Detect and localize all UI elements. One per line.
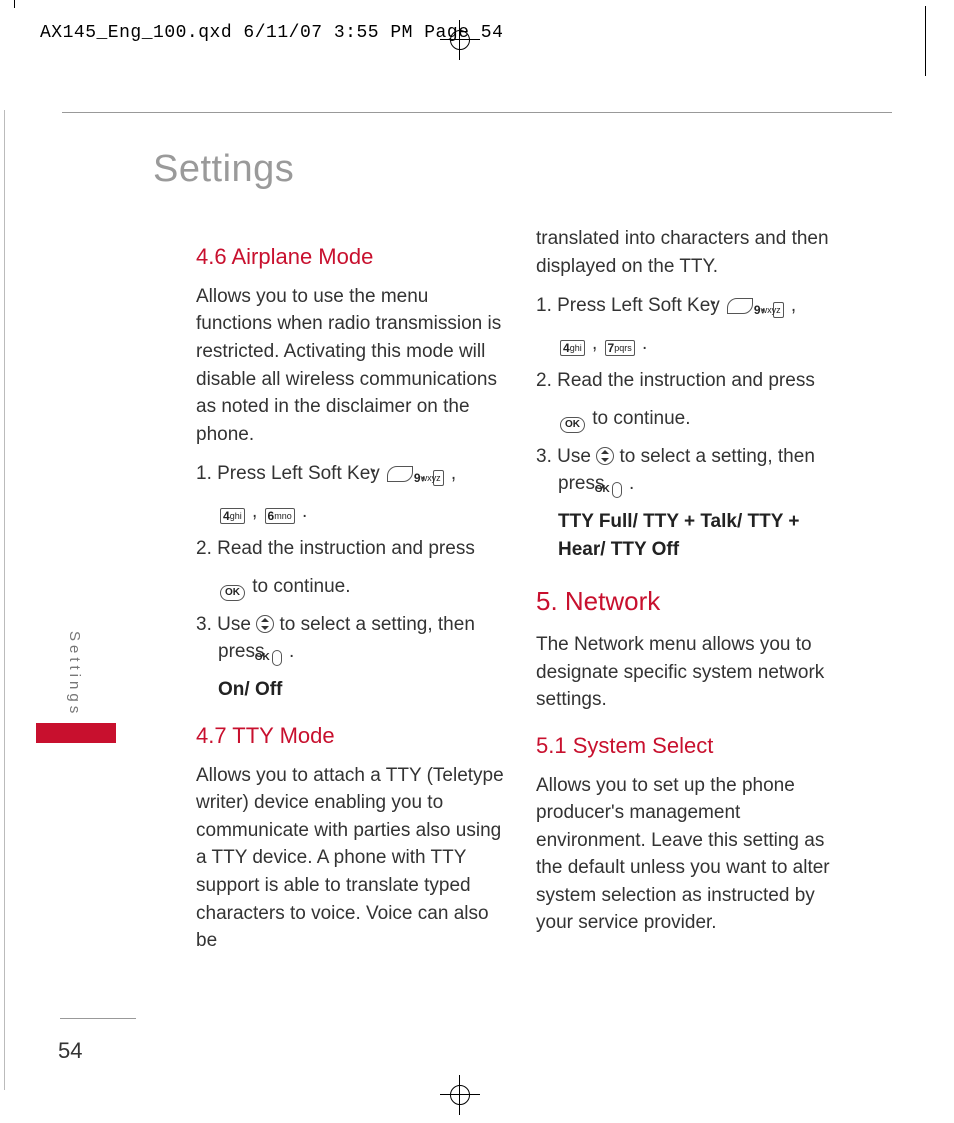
trim-line-left: [4, 110, 5, 1090]
text: .: [289, 641, 294, 662]
para-5: The Network menu allows you to designate…: [536, 631, 846, 714]
heading-5: 5. Network: [536, 583, 846, 621]
text: to continue.: [252, 576, 350, 597]
registration-mark-bottom: [440, 1075, 480, 1115]
registration-mark-top: [440, 20, 480, 60]
column-left: 4.6 Airplane Mode Allows you to use the …: [196, 225, 506, 967]
step-4-7-1: 1. Press Left Soft Key , 9wxyz ,: [536, 292, 846, 320]
ok-key-icon: OK: [220, 585, 245, 601]
ok-key-icon: OK: [560, 417, 585, 433]
text: .: [642, 333, 647, 354]
text: 3. Use: [536, 446, 596, 467]
step-4-6-2b: OK to continue.: [196, 573, 506, 601]
step-4-6-1b: 4ghi , 6mno .: [196, 498, 506, 526]
side-tab-bar: [36, 723, 116, 743]
text: ,: [451, 463, 456, 484]
para-4-7-cont: translated into characters and then disp…: [536, 225, 846, 280]
step-4-7-1b: 4ghi , 7pqrs .: [536, 330, 846, 358]
ok-key-icon: OK: [272, 650, 282, 666]
step-4-6-2: 2. Read the instruction and press: [196, 535, 506, 563]
step-4-7-2: 2. Read the instruction and press: [536, 367, 846, 395]
heading-5-1: 5.1 System Select: [536, 730, 846, 762]
side-tab: Settings: [66, 631, 116, 743]
text: .: [302, 501, 307, 522]
text: 2. Read the instruction and press: [536, 370, 815, 391]
key-7-icon: 7pqrs: [605, 340, 635, 356]
ok-key-icon: OK: [612, 482, 622, 498]
page-title: Settings: [153, 148, 294, 191]
step-4-6-1: 1. Press Left Soft Key , 9wxyz ,: [196, 460, 506, 488]
text: to continue.: [592, 408, 690, 429]
left-soft-key-icon: [387, 466, 413, 482]
text: .: [629, 473, 634, 494]
left-soft-key-icon: [727, 298, 753, 314]
text: ,: [252, 501, 263, 522]
page-number: 54: [58, 1038, 82, 1064]
side-tab-label: Settings: [66, 631, 83, 717]
para-4-7: Allows you to attach a TTY (Teletype wri…: [196, 762, 506, 955]
heading-4-6: 4.6 Airplane Mode: [196, 241, 506, 273]
para-4-6: Allows you to use the menu functions whe…: [196, 283, 506, 448]
slug-line: AX145_Eng_100.qxd 6/11/07 3:55 PM Page 5…: [40, 23, 503, 43]
key-6-icon: 6mno: [265, 508, 295, 524]
footer-rule: [60, 1018, 136, 1019]
key-4-icon: 4ghi: [560, 340, 585, 356]
text: 1. Press Left Soft Key: [536, 295, 725, 316]
nav-key-icon: [596, 447, 614, 465]
key-4-icon: 4ghi: [220, 508, 245, 524]
step-4-6-3-options: On/ Off: [196, 676, 506, 704]
step-4-7-3: 3. Use to select a setting, then press O…: [536, 443, 846, 499]
text: ,: [592, 333, 603, 354]
column-right: translated into characters and then disp…: [536, 225, 846, 949]
nav-key-icon: [256, 615, 274, 633]
crop-mark: [925, 6, 926, 76]
step-4-7-2b: OK to continue.: [536, 405, 846, 433]
text: 1. Press Left Soft Key: [196, 463, 385, 484]
key-9-icon: 9wxyz: [773, 302, 784, 318]
text: ,: [791, 295, 796, 316]
heading-4-7: 4.7 TTY Mode: [196, 720, 506, 752]
para-5-1: Allows you to set up the phone producer'…: [536, 772, 846, 937]
text: 2. Read the instruction and press: [196, 538, 475, 559]
step-4-7-3-options: TTY Full/ TTY + Talk/ TTY + Hear/ TTY Of…: [536, 508, 846, 563]
key-9-icon: 9wxyz: [433, 470, 444, 486]
step-4-6-3: 3. Use to select a setting, then press O…: [196, 611, 506, 667]
header-rule: [62, 112, 892, 113]
text: 3. Use: [196, 614, 256, 635]
